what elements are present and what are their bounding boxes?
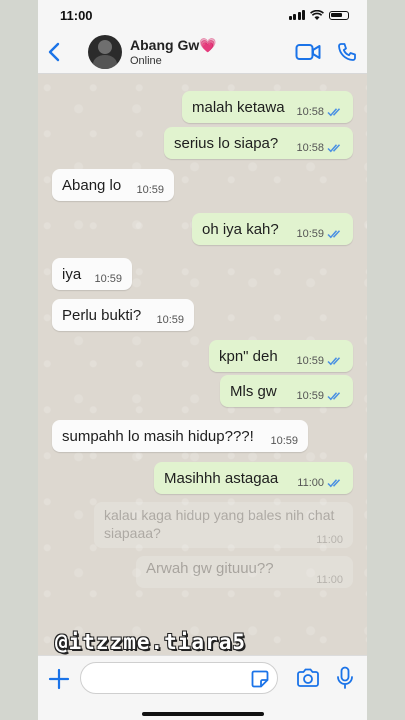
message-meta: 10:59 (296, 390, 343, 402)
message-text: kalau kaga hidup yang bales nih chat sia… (104, 507, 335, 541)
message-meta: 11:00 (297, 477, 343, 489)
back-button[interactable] (48, 37, 70, 67)
message-bubble[interactable]: Arwah gw gituuu?? 11:00 (136, 556, 353, 588)
message-meta: 10:59 (156, 314, 184, 326)
message-meta: 10:59 (136, 184, 164, 196)
message-bubble[interactable]: iya 10:59 (52, 258, 132, 290)
message-bubble[interactable]: Perlu bukti? 10:59 (52, 299, 194, 331)
message-meta: 10:58 (296, 106, 343, 118)
wifi-icon (310, 9, 324, 20)
double-check-icon (327, 479, 341, 488)
double-check-icon (327, 357, 341, 366)
message-meta: 10:59 (270, 435, 298, 447)
message-meta: 11:00 (316, 534, 343, 546)
message-time: 11:00 (316, 534, 343, 546)
signal-icon (288, 10, 305, 20)
background-blur-left (0, 0, 38, 720)
message-bubble[interactable]: kpn" deh 10:59 (209, 340, 353, 372)
microphone-icon[interactable] (336, 666, 354, 690)
header-actions (295, 42, 357, 62)
message-bubble[interactable]: oh iya kah? 10:59 (192, 213, 353, 245)
message-text: oh iya kah? (202, 220, 279, 238)
message-text: Arwah gw gituuu?? (146, 560, 274, 577)
message-time: 10:59 (296, 390, 324, 402)
chevron-left-icon (48, 42, 60, 61)
phone-screen: 11:00 Abang Gw💗 Online malah ketawa 10:5… (38, 0, 367, 720)
double-check-icon (327, 108, 341, 117)
message-bubble[interactable]: Abang lo 10:59 (52, 169, 174, 201)
message-bubble[interactable]: sumpahh lo masih hidup???! 10:59 (52, 420, 308, 452)
avatar[interactable] (88, 34, 122, 69)
message-text: Abang lo (62, 176, 122, 194)
message-meta: 10:58 (296, 142, 343, 154)
message-bubble[interactable]: serius lo siapa? 10:58 (164, 127, 353, 159)
chat-area[interactable]: malah ketawa 10:58 serius lo siapa? 10:58 Ab… (38, 74, 367, 656)
message-meta: 10:59 (296, 355, 343, 367)
watermark-text: @itzzme.tiara5 (55, 630, 247, 654)
contact-info[interactable]: Abang Gw💗 Online (130, 37, 217, 67)
plus-icon[interactable] (48, 668, 70, 690)
double-check-icon (327, 144, 341, 153)
message-time: 10:59 (156, 314, 184, 326)
message-text: Perlu bukti? (62, 306, 142, 324)
status-icons (288, 9, 349, 21)
video-call-icon[interactable] (295, 43, 321, 61)
battery-icon (329, 10, 349, 20)
message-text: Mls gw (230, 382, 277, 400)
message-time: 10:59 (94, 273, 122, 285)
message-bubble[interactable]: Masihhh astagaa 11:00 (154, 462, 353, 494)
chat-header: Abang Gw💗 Online (38, 30, 367, 74)
message-text: Masihhh astagaa (164, 469, 279, 487)
message-time: 10:58 (296, 106, 324, 118)
message-time: 10:59 (136, 184, 164, 196)
message-text: malah ketawa (192, 98, 285, 116)
message-time: 10:59 (296, 355, 324, 367)
status-time: 11:00 (60, 7, 93, 23)
contact-name: Abang Gw💗 (130, 36, 217, 53)
message-input[interactable] (80, 662, 278, 694)
message-text: sumpahh lo masih hidup???! (62, 427, 254, 445)
message-text: kpn" deh (219, 347, 278, 365)
double-check-icon (327, 392, 341, 401)
status-bar: 11:00 (38, 0, 367, 30)
message-time: 10:59 (270, 435, 298, 447)
camera-icon[interactable] (296, 668, 320, 688)
message-text: iya (62, 265, 82, 283)
message-time: 11:00 (316, 574, 343, 586)
message-meta: 10:59 (94, 273, 122, 285)
home-indicator (142, 712, 264, 716)
message-time: 10:58 (296, 142, 324, 154)
background-blur-right (367, 0, 405, 720)
sticker-icon[interactable] (251, 670, 269, 688)
message-bubble[interactable]: kalau kaga hidup yang bales nih chat sia… (94, 502, 353, 548)
phone-call-icon[interactable] (337, 42, 357, 62)
message-meta: 11:00 (316, 574, 343, 586)
message-bubble[interactable]: Mls gw 10:59 (220, 375, 353, 407)
message-bubble[interactable]: malah ketawa 10:58 (182, 91, 353, 123)
double-check-icon (327, 230, 341, 239)
message-time: 10:59 (296, 228, 324, 240)
message-meta: 10:59 (296, 228, 343, 240)
input-bar (38, 655, 367, 720)
message-text: serius lo siapa? (174, 134, 279, 152)
contact-status: Online (130, 54, 162, 67)
message-time: 11:00 (297, 477, 324, 489)
